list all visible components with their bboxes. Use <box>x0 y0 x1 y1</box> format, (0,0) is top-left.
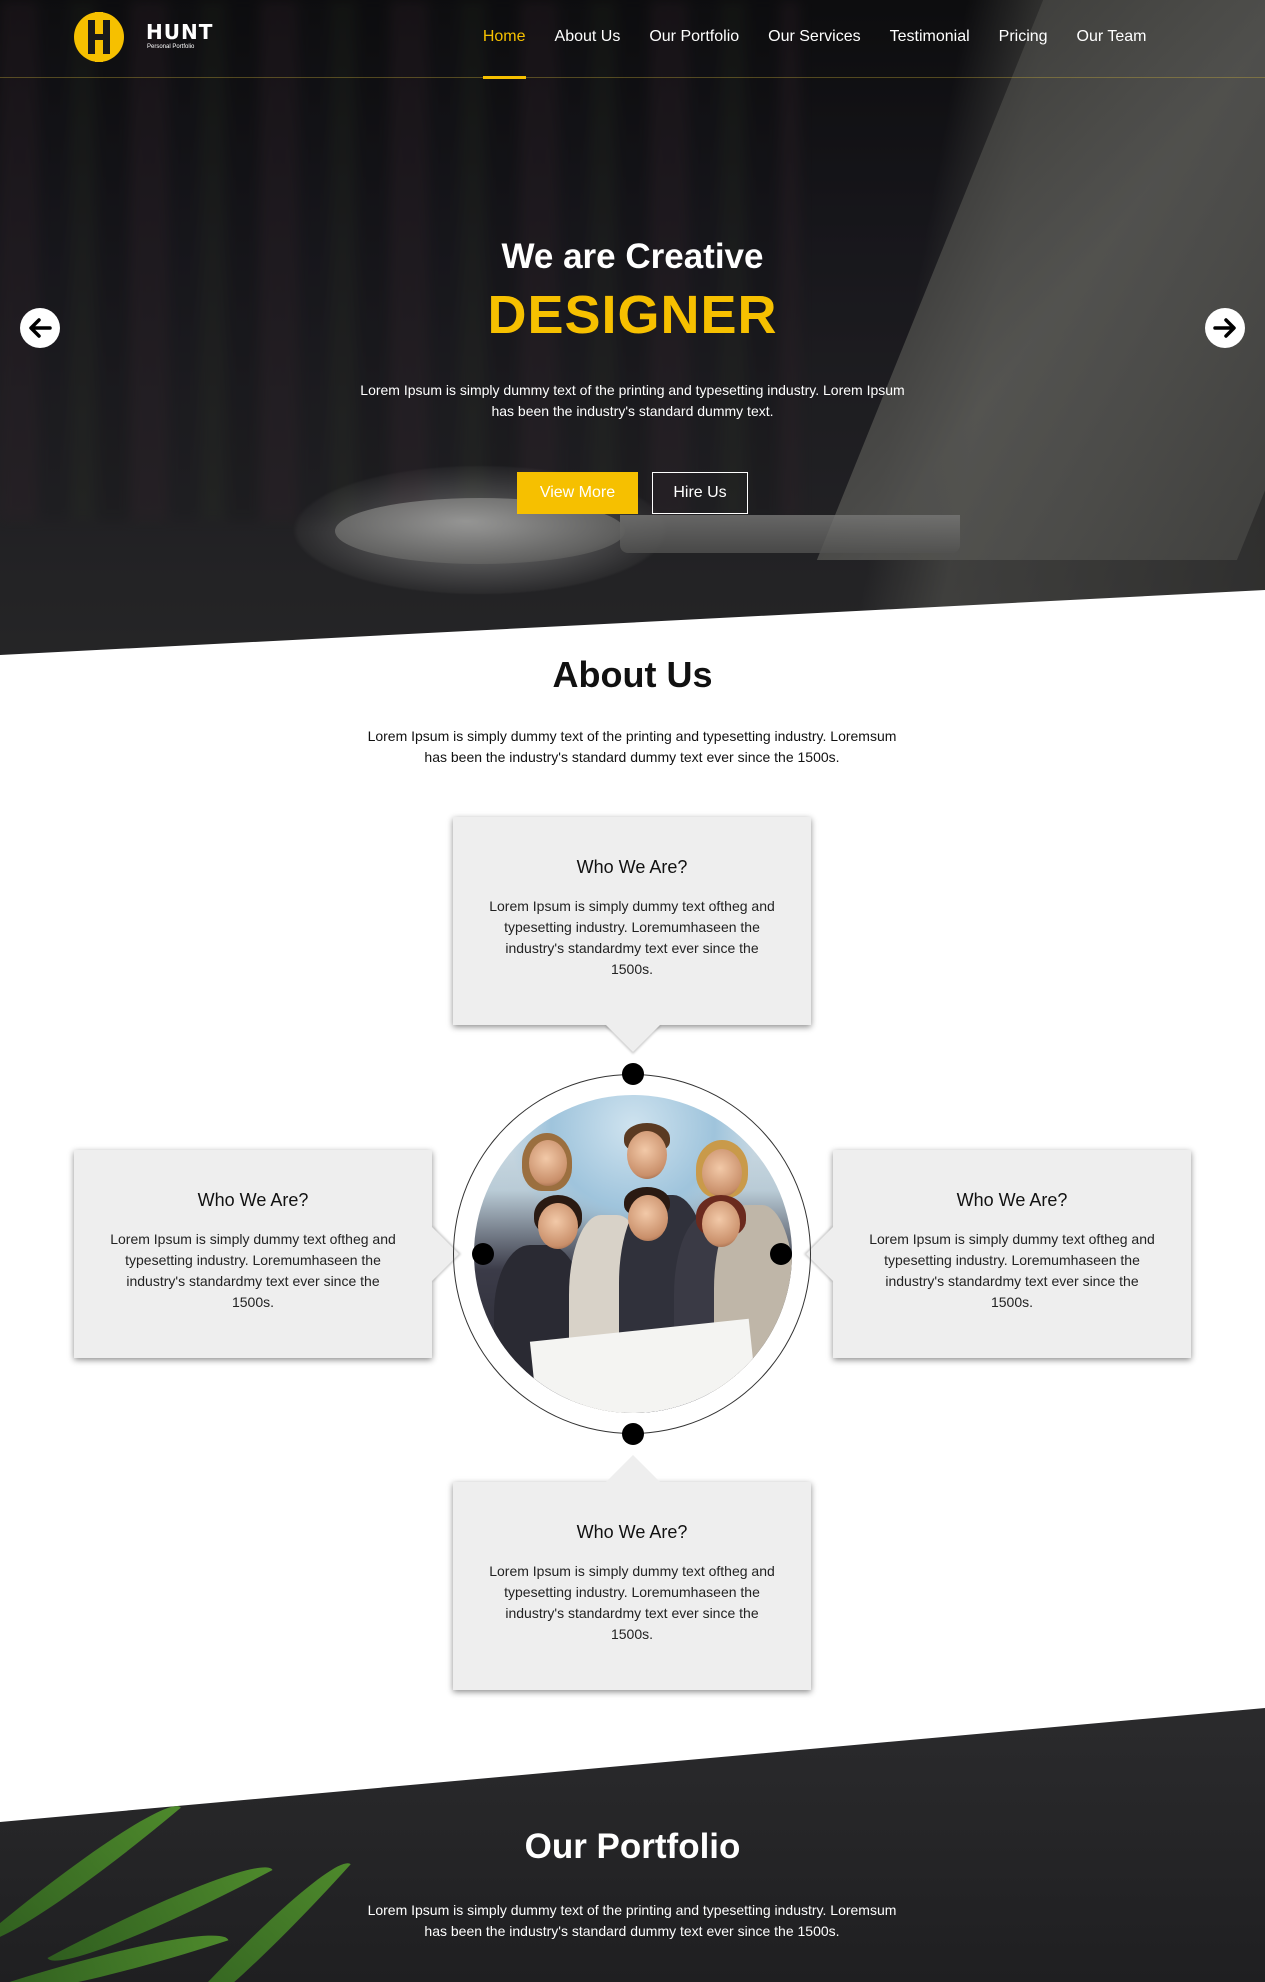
nav-our-team[interactable]: Our Team <box>1062 28 1161 78</box>
ring-dot-bottom <box>622 1423 644 1445</box>
about-card-text: Lorem Ipsum is simply dummy text oftheg … <box>489 898 775 977</box>
brand-name: HUNT <box>146 20 214 44</box>
portfolio-description: Lorem Ipsum is simply dummy text of the … <box>367 1902 897 1939</box>
about-card-title: Who We Are? <box>576 857 688 877</box>
brand-logo[interactable]: HUNT Personal Portfolio <box>74 12 212 64</box>
ring-dot-top <box>622 1063 644 1085</box>
site-header: HUNT Personal Portfolio Home About Us Ou… <box>0 0 1265 79</box>
about-card-text: Lorem Ipsum is simply dummy text oftheg … <box>869 1231 1155 1310</box>
hero-description: Lorem Ipsum is simply dummy text of the … <box>360 382 905 419</box>
ring-dot-right <box>770 1243 792 1265</box>
card-pointer <box>605 1455 661 1483</box>
hire-us-button[interactable]: Hire Us <box>652 472 748 514</box>
nav-pricing[interactable]: Pricing <box>984 28 1062 78</box>
about-card-right: Who We Are? Lorem Ipsum is simply dummy … <box>806 1150 1191 1358</box>
about-card-title: Who We Are? <box>576 1522 688 1542</box>
about-card-bottom: Who We Are? Lorem Ipsum is simply dummy … <box>453 1455 811 1690</box>
nav-testimonial[interactable]: Testimonial <box>875 28 984 78</box>
hero-highlight: DESIGNER <box>487 285 778 345</box>
nav-about-us[interactable]: About Us <box>540 28 635 78</box>
about-description: Lorem Ipsum is simply dummy text of the … <box>367 728 897 765</box>
photo-face <box>529 1140 567 1186</box>
nav-home[interactable]: Home <box>468 28 540 79</box>
photo-face <box>702 1149 742 1197</box>
about-card-title: Who We Are? <box>956 1190 1068 1210</box>
photo-face <box>628 1195 668 1241</box>
about-card-title: Who We Are? <box>197 1190 309 1210</box>
photo-face <box>538 1203 578 1249</box>
portfolio-title: Our Portfolio <box>524 1827 741 1866</box>
hero-title: We are Creative <box>501 237 764 276</box>
brand-tagline: Personal Portfolio <box>147 44 195 50</box>
ring-dot-left <box>472 1243 494 1265</box>
photo-face <box>627 1131 667 1179</box>
photo-face <box>702 1201 740 1247</box>
nav-our-portfolio[interactable]: Our Portfolio <box>635 28 754 78</box>
card-pointer <box>605 1024 661 1052</box>
about-title: About Us <box>552 654 713 695</box>
logo-mark-icon <box>74 12 124 62</box>
about-card-top: Who We Are? Lorem Ipsum is simply dummy … <box>453 817 811 1052</box>
view-more-button[interactable]: View More <box>517 472 638 514</box>
team-photo <box>474 1095 792 1413</box>
about-card-text: Lorem Ipsum is simply dummy text oftheg … <box>110 1231 396 1310</box>
nav-our-services[interactable]: Our Services <box>754 28 875 78</box>
main-nav: Home About Us Our Portfolio Our Services… <box>468 28 1161 79</box>
about-card-text: Lorem Ipsum is simply dummy text oftheg … <box>489 1563 775 1642</box>
about-card-left: Who We Are? Lorem Ipsum is simply dummy … <box>74 1150 459 1358</box>
